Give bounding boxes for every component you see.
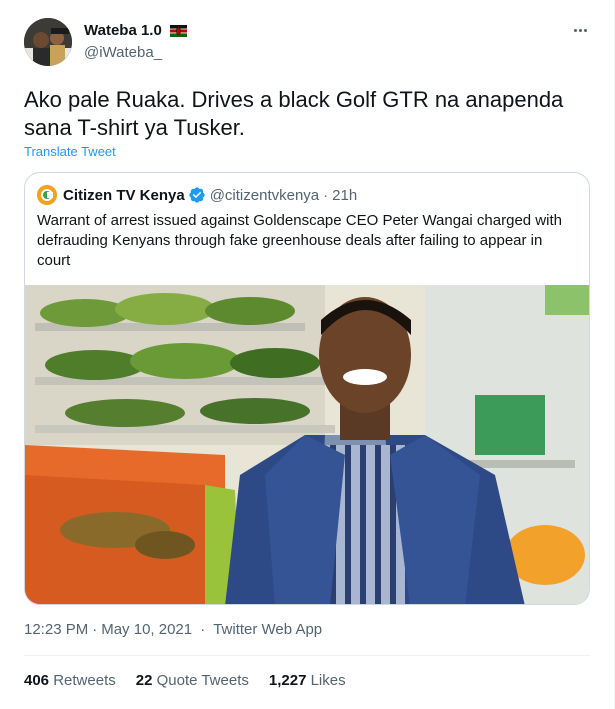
tweet-source-link[interactable]: Twitter Web App xyxy=(213,621,322,638)
quoted-handle[interactable]: @citizentvkenya xyxy=(210,187,319,204)
tweet-timestamp-link[interactable]: 12:23 PM · May 10, 2021 xyxy=(24,621,192,638)
author-display-name[interactable]: Wateba 1.0 xyxy=(84,22,162,39)
more-dot-icon xyxy=(578,28,582,32)
tweet-meta: 12:23 PM · May 10, 2021 · Twitter Web App xyxy=(24,621,322,638)
verified-badge-icon xyxy=(189,187,205,203)
quote-tweets-label: Quote Tweets xyxy=(156,672,249,689)
quote-tweets-stat[interactable]: 22 Quote Tweets xyxy=(136,672,249,689)
citizen-tv-logo-icon xyxy=(37,185,57,205)
quoted-timestamp[interactable]: 21h xyxy=(332,187,357,204)
tweet-text: Ako pale Ruaka. Drives a black Golf GTR … xyxy=(24,87,564,140)
quoted-tweet[interactable]: Citizen TV Kenya @citizentvkenya · 21h W… xyxy=(24,172,590,605)
tweet-header: Wateba 1.0 @iWateba_ xyxy=(24,18,594,70)
meta-separator: · xyxy=(200,621,206,638)
retweets-count: 406 xyxy=(24,672,50,689)
translate-tweet-link[interactable]: Translate Tweet xyxy=(24,144,116,159)
likes-stat[interactable]: 1,227 Likes xyxy=(269,672,346,689)
quoted-display-name[interactable]: Citizen TV Kenya xyxy=(63,187,185,204)
quoted-tweet-text: Warrant of arrest issued against Goldens… xyxy=(37,212,562,269)
retweets-stat[interactable]: 406 Retweets xyxy=(24,672,116,689)
likes-label: Likes xyxy=(310,672,346,689)
meta-separator: · xyxy=(92,621,98,638)
tweet-stats: 406 Retweets 22 Quote Tweets 1,227 Likes xyxy=(24,672,346,689)
avatar-image xyxy=(24,18,72,66)
quote-tweets-count: 22 xyxy=(135,672,153,689)
divider xyxy=(24,655,590,656)
more-options-button[interactable] xyxy=(568,20,592,40)
retweets-label: Retweets xyxy=(53,672,116,689)
more-dot-icon xyxy=(583,28,587,32)
tweet-date: May 10, 2021 xyxy=(101,621,193,638)
quoted-separator: · xyxy=(323,186,329,204)
quoted-tweet-header: Citizen TV Kenya @citizentvkenya · 21h xyxy=(37,185,357,205)
more-dot-icon xyxy=(573,28,577,32)
likes-count: 1,227 xyxy=(268,672,307,689)
avatar[interactable] xyxy=(24,18,72,66)
kenya-flag-icon xyxy=(170,24,188,37)
tweet-time: 12:23 PM xyxy=(24,621,89,638)
quoted-tweet-photo[interactable] xyxy=(25,285,590,605)
tweet: Wateba 1.0 @iWateba_ Ako pale Ruaka. Dri… xyxy=(0,0,615,709)
author-handle[interactable]: @iWateba_ xyxy=(84,44,187,61)
author-names: Wateba 1.0 @iWateba_ xyxy=(84,22,188,61)
